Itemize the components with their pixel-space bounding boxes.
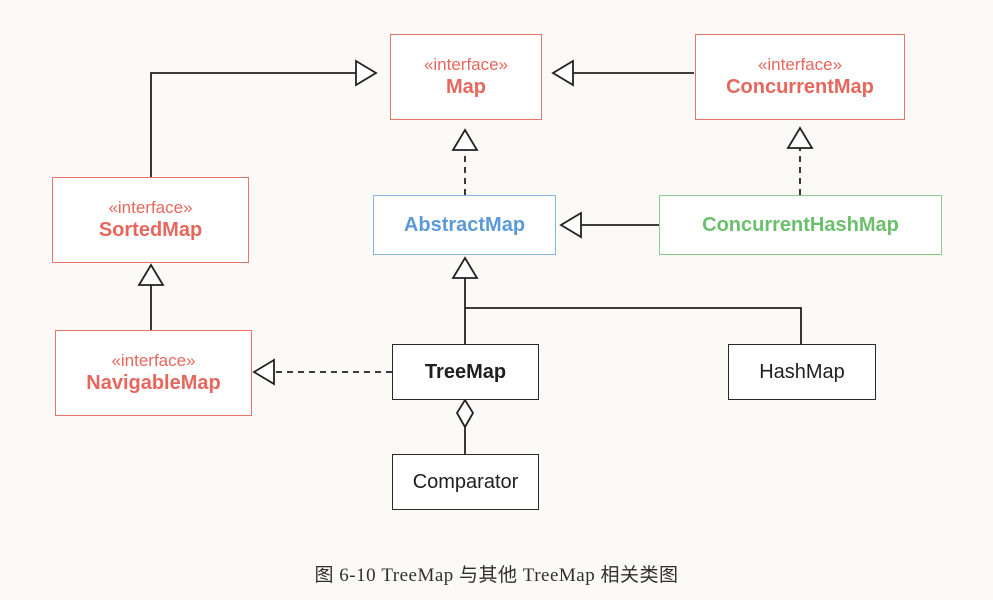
class-name: ConcurrentHashMap — [702, 214, 899, 236]
map-interface-box: «interface» Map — [390, 34, 542, 120]
class-name: Comparator — [412, 471, 519, 493]
class-name: Map — [446, 76, 486, 98]
stereotype-label: «interface» — [423, 55, 509, 74]
arrowhead-abstractmap-bottom — [451, 256, 479, 279]
class-name: SortedMap — [98, 219, 203, 241]
class-name: ConcurrentMap — [726, 76, 874, 98]
arrowhead-navigablemap-right — [252, 358, 275, 386]
class-name: AbstractMap — [403, 214, 526, 236]
aggregation-diamond — [455, 398, 475, 429]
edge-hashmap-to-abstractmap — [465, 307, 802, 344]
class-name: HashMap — [759, 361, 845, 383]
class-name: TreeMap — [424, 361, 507, 383]
hashmap-class-box: HashMap — [728, 344, 876, 400]
stereotype-label: «interface» — [108, 198, 193, 217]
navigablemap-interface-box: «interface» NavigableMap — [55, 330, 252, 416]
arrowhead-map-bottom — [451, 128, 479, 151]
figure-caption: 图 6-10 TreeMap 与其他 TreeMap 相关类图 — [314, 565, 679, 586]
arrowhead-concurrentmap-bottom — [786, 126, 814, 149]
comparator-class-box: Comparator — [392, 454, 539, 510]
arrowhead-map-right — [551, 59, 574, 87]
class-name: NavigableMap — [86, 372, 221, 394]
sortedmap-interface-box: «interface» SortedMap — [52, 177, 249, 263]
concurrentmap-interface-box: «interface» ConcurrentMap — [695, 34, 905, 120]
arrowhead-abstractmap-right — [559, 211, 582, 239]
edge-sortedmap-to-map — [150, 72, 356, 177]
arrowhead-map-left — [355, 59, 378, 87]
stereotype-label: «interface» — [757, 55, 843, 74]
stereotype-label: «interface» — [111, 351, 196, 370]
treemap-class-box: TreeMap — [392, 344, 539, 400]
arrowhead-sortedmap-bottom — [137, 263, 165, 286]
concurrenthashmap-class-box: ConcurrentHashMap — [659, 195, 942, 255]
abstractmap-class-box: AbstractMap — [373, 195, 556, 255]
